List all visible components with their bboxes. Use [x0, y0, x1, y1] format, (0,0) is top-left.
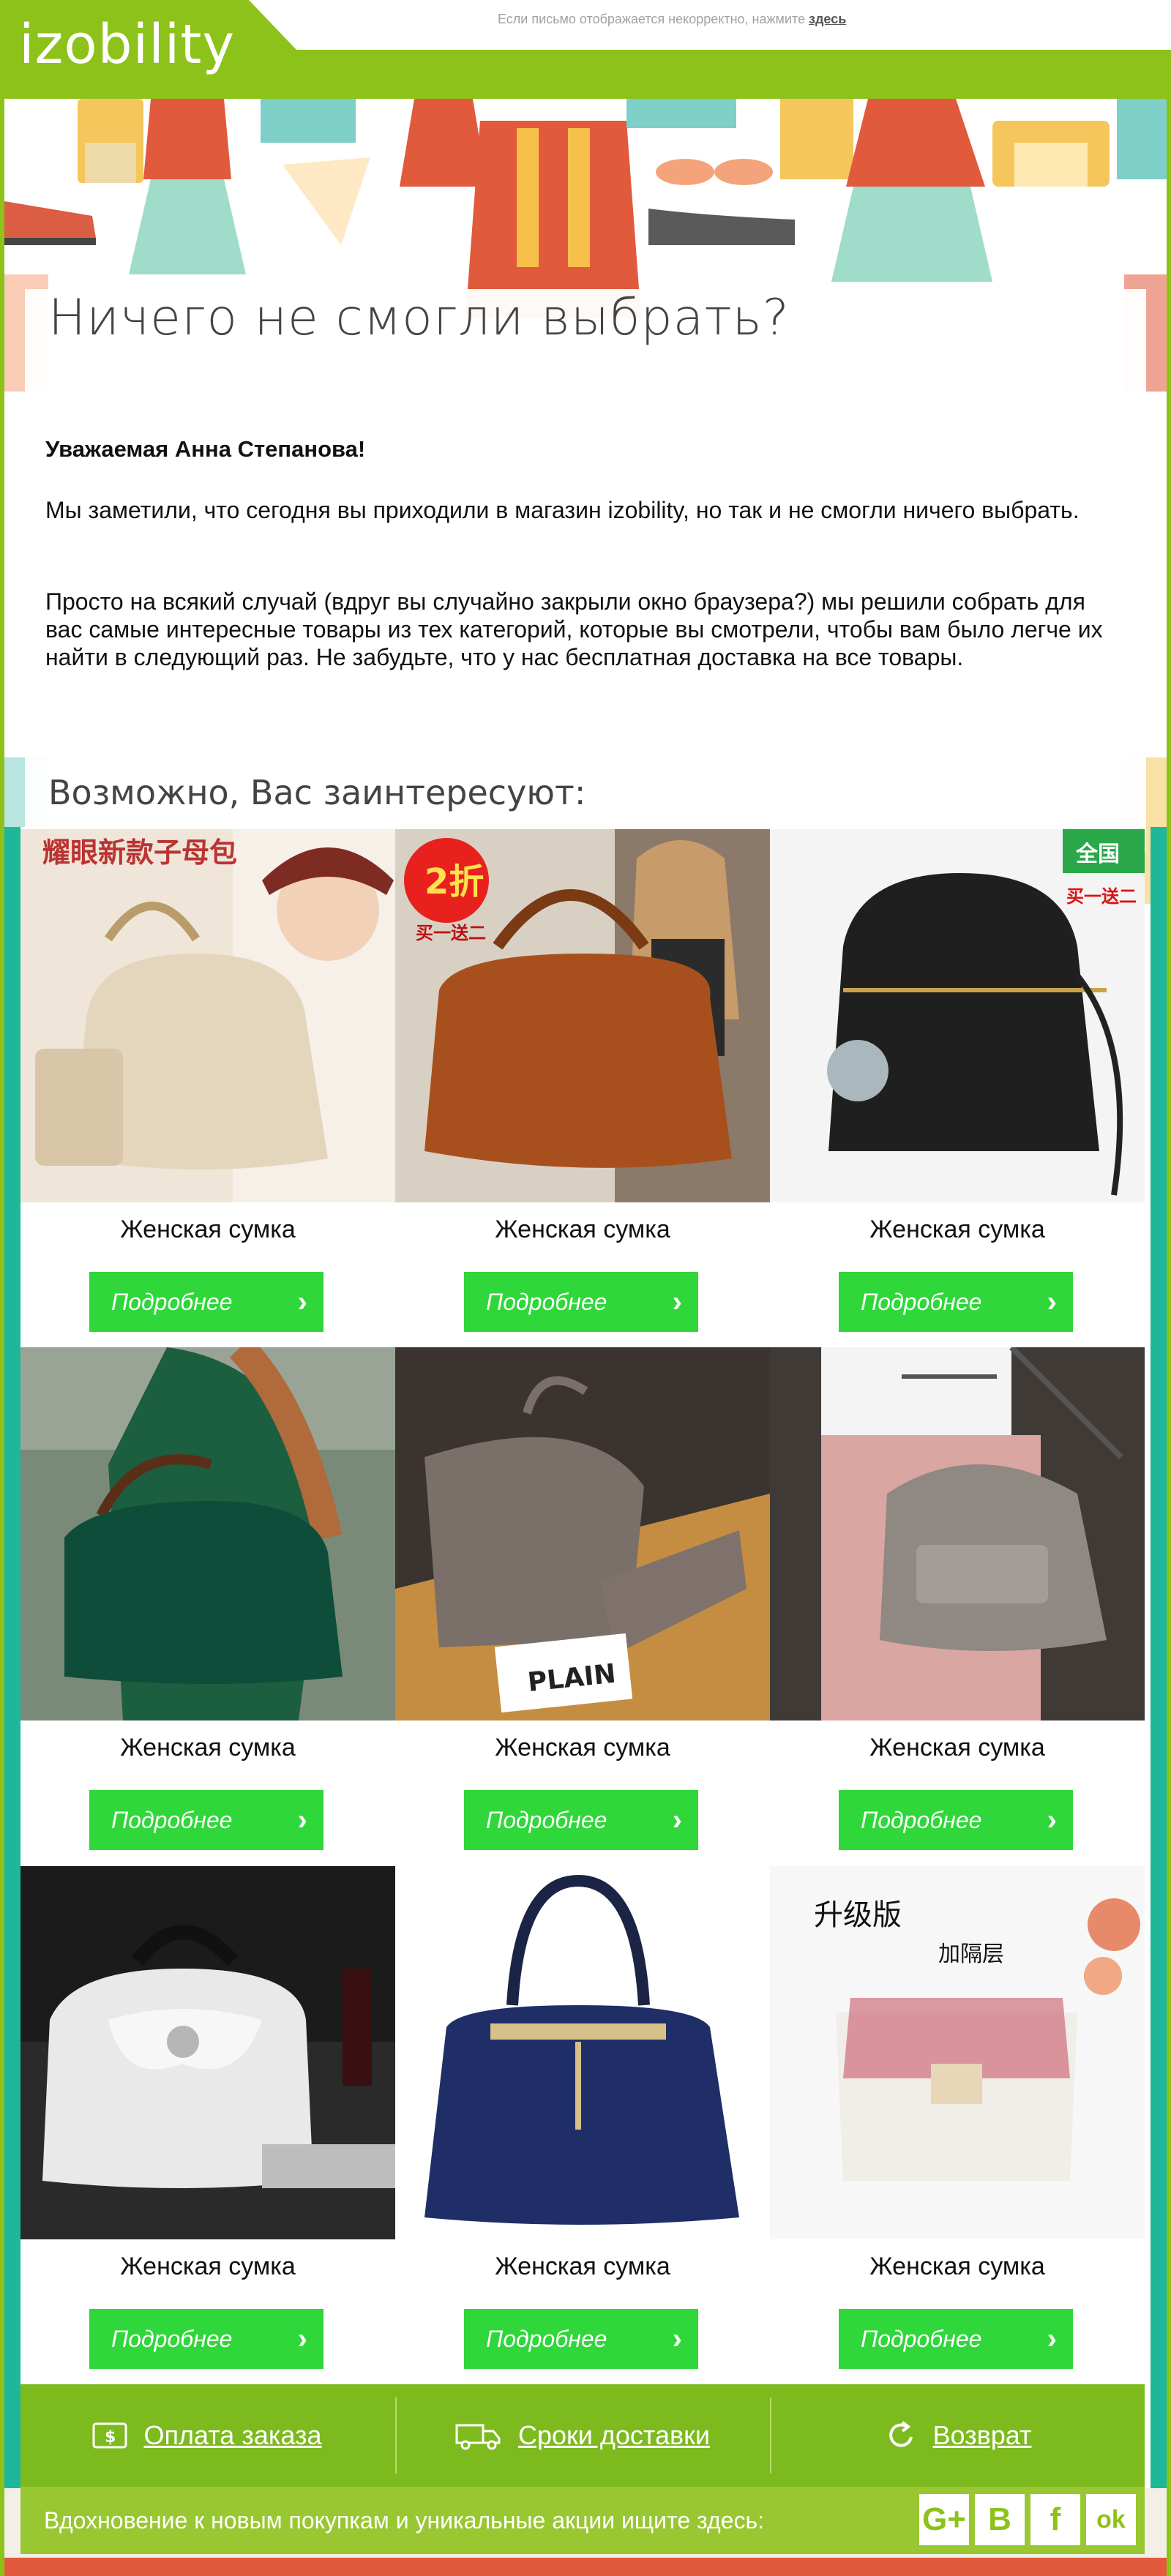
- details-button[interactable]: Подробнее ›: [839, 2309, 1073, 2369]
- chevron-right-icon: ›: [297, 1286, 307, 1318]
- product-name[interactable]: Женская сумка: [395, 2253, 770, 2281]
- odnoklassniki-icon[interactable]: ok: [1086, 2494, 1136, 2545]
- product-image-badge: 耀眼新款子母包: [42, 836, 237, 869]
- chevron-right-icon: ›: [297, 1804, 307, 1836]
- svg-text:$: $: [105, 2428, 116, 2446]
- details-button-label: Подробнее: [111, 1807, 233, 1833]
- social-bar: Вдохновение к новым покупкам и уникальны…: [20, 2487, 1145, 2554]
- chevron-right-icon: ›: [1047, 1286, 1057, 1318]
- chevron-right-icon: ›: [1047, 2323, 1057, 2355]
- hero-panel: [25, 289, 1146, 853]
- return-link[interactable]: Возврат: [771, 2384, 1145, 2487]
- notice-link[interactable]: здесь: [809, 12, 846, 26]
- details-button[interactable]: Подробнее ›: [89, 1272, 323, 1332]
- payment-link[interactable]: $ Оплата заказа: [20, 2384, 394, 2487]
- product-image-badge2: 加隔层: [938, 1942, 1004, 1967]
- chevron-right-icon: ›: [672, 1804, 682, 1836]
- product-card: 全国 买一送二 Женская сумка Подробнее ›: [770, 829, 1145, 1347]
- product-image[interactable]: [395, 1866, 770, 2239]
- details-button-label: Подробнее: [486, 2326, 607, 2352]
- details-button-label: Подробнее: [111, 1289, 233, 1315]
- product-image[interactable]: [20, 1347, 395, 1721]
- details-button[interactable]: Подробнее ›: [839, 1272, 1073, 1332]
- details-button[interactable]: Подробнее ›: [89, 2309, 323, 2369]
- return-icon: [888, 2421, 913, 2447]
- payment-link-label: Оплата заказа: [143, 2420, 322, 2450]
- product-image[interactable]: 2折 买一送二: [395, 829, 770, 1202]
- social-text: Вдохновение к новым покупкам и уникальны…: [44, 2507, 765, 2534]
- product-image[interactable]: [20, 1866, 395, 2239]
- footer-links-bar: $ Оплата заказа Сроки доставки Возврат: [20, 2384, 1145, 2487]
- details-button[interactable]: Подробнее ›: [89, 1790, 323, 1850]
- product-image[interactable]: [770, 1347, 1145, 1721]
- notice-text: Если письмо отображается некорректно, на…: [498, 12, 806, 26]
- product-image-badge2: 买一送二: [416, 923, 486, 943]
- product-image[interactable]: 耀眼新款子母包: [20, 829, 395, 1202]
- google-plus-icon[interactable]: G+: [919, 2494, 969, 2545]
- details-button[interactable]: Подробнее ›: [464, 1790, 698, 1850]
- delivery-link-label: Сроки доставки: [517, 2420, 711, 2450]
- details-button[interactable]: Подробнее ›: [464, 1272, 698, 1332]
- details-button-label: Подробнее: [111, 2326, 233, 2352]
- product-image-badge: 升级版: [814, 1898, 902, 1932]
- truck-icon: [455, 2424, 501, 2450]
- product-card: 耀眼新款子母包 Женская сумка Подробнее ›: [20, 829, 395, 1347]
- product-name[interactable]: Женская сумка: [20, 1216, 395, 1244]
- product-name[interactable]: Женская сумка: [770, 1734, 1145, 1762]
- product-card: 升级版 加隔层 Женская сумка Подробнее ›: [770, 1866, 1145, 2384]
- payment-icon: $: [92, 2422, 127, 2449]
- greeting: Уважаемая Анна Степанова!: [45, 436, 366, 462]
- product-name[interactable]: Женская сумка: [20, 1734, 395, 1762]
- product-image-badge: 2折: [424, 861, 484, 902]
- product-name[interactable]: Женская сумка: [770, 1216, 1145, 1244]
- product-name[interactable]: Женская сумка: [395, 1216, 770, 1244]
- product-name[interactable]: Женская сумка: [770, 2253, 1145, 2281]
- product-image[interactable]: 升级版 加隔层: [770, 1866, 1145, 2239]
- chevron-right-icon: ›: [1047, 1804, 1057, 1836]
- product-card: PLAIN Женская сумка Подробнее ›: [395, 1347, 770, 1865]
- chevron-right-icon: ›: [672, 2323, 682, 2355]
- email-header: izobility Если письмо отображается некор…: [0, 0, 1171, 99]
- izobility-logo[interactable]: izobility: [19, 13, 235, 76]
- reminder-paragraph: Просто на всякий случай (вдруг вы случай…: [45, 588, 1103, 670]
- product-card: Женская сумка Подробнее ›: [20, 1347, 395, 1865]
- product-image-badge: 全国: [1075, 842, 1120, 867]
- product-card: Женская сумка Подробнее ›: [395, 1866, 770, 2384]
- product-name[interactable]: Женская сумка: [20, 2253, 395, 2281]
- details-button-label: Подробнее: [486, 1289, 607, 1315]
- product-image-badge2: 买一送二: [1066, 886, 1137, 907]
- product-name[interactable]: Женская сумка: [395, 1734, 770, 1762]
- vk-icon[interactable]: B: [975, 2494, 1025, 2545]
- recommendations-heading: Возможно, Вас заинтересуют:: [48, 773, 586, 812]
- details-button-label: Подробнее: [861, 1807, 982, 1833]
- delivery-link[interactable]: Сроки доставки: [396, 2384, 769, 2487]
- product-image[interactable]: 全国 买一送二: [770, 829, 1145, 1202]
- details-button-label: Подробнее: [861, 1289, 982, 1315]
- product-image[interactable]: PLAIN: [395, 1347, 770, 1721]
- chevron-right-icon: ›: [297, 2323, 307, 2355]
- details-button[interactable]: Подробнее ›: [839, 1790, 1073, 1850]
- product-card: Женская сумка Подробнее ›: [770, 1347, 1145, 1865]
- details-button-label: Подробнее: [861, 2326, 982, 2352]
- details-button[interactable]: Подробнее ›: [464, 2309, 698, 2369]
- intro-paragraph: Мы заметили, что сегодня вы приходили в …: [45, 497, 1080, 523]
- browser-view-notice: Если письмо отображается некорректно, на…: [498, 12, 846, 27]
- product-card: Женская сумка Подробнее ›: [20, 1866, 395, 2384]
- facebook-icon[interactable]: f: [1030, 2494, 1080, 2545]
- headline: Ничего не смогли выбрать?: [48, 289, 790, 347]
- chevron-right-icon: ›: [672, 1286, 682, 1318]
- product-card: 2折 买一送二 Женская сумка Подробнее ›: [395, 829, 770, 1347]
- return-link-label: Возврат: [932, 2420, 1032, 2450]
- details-button-label: Подробнее: [486, 1807, 607, 1833]
